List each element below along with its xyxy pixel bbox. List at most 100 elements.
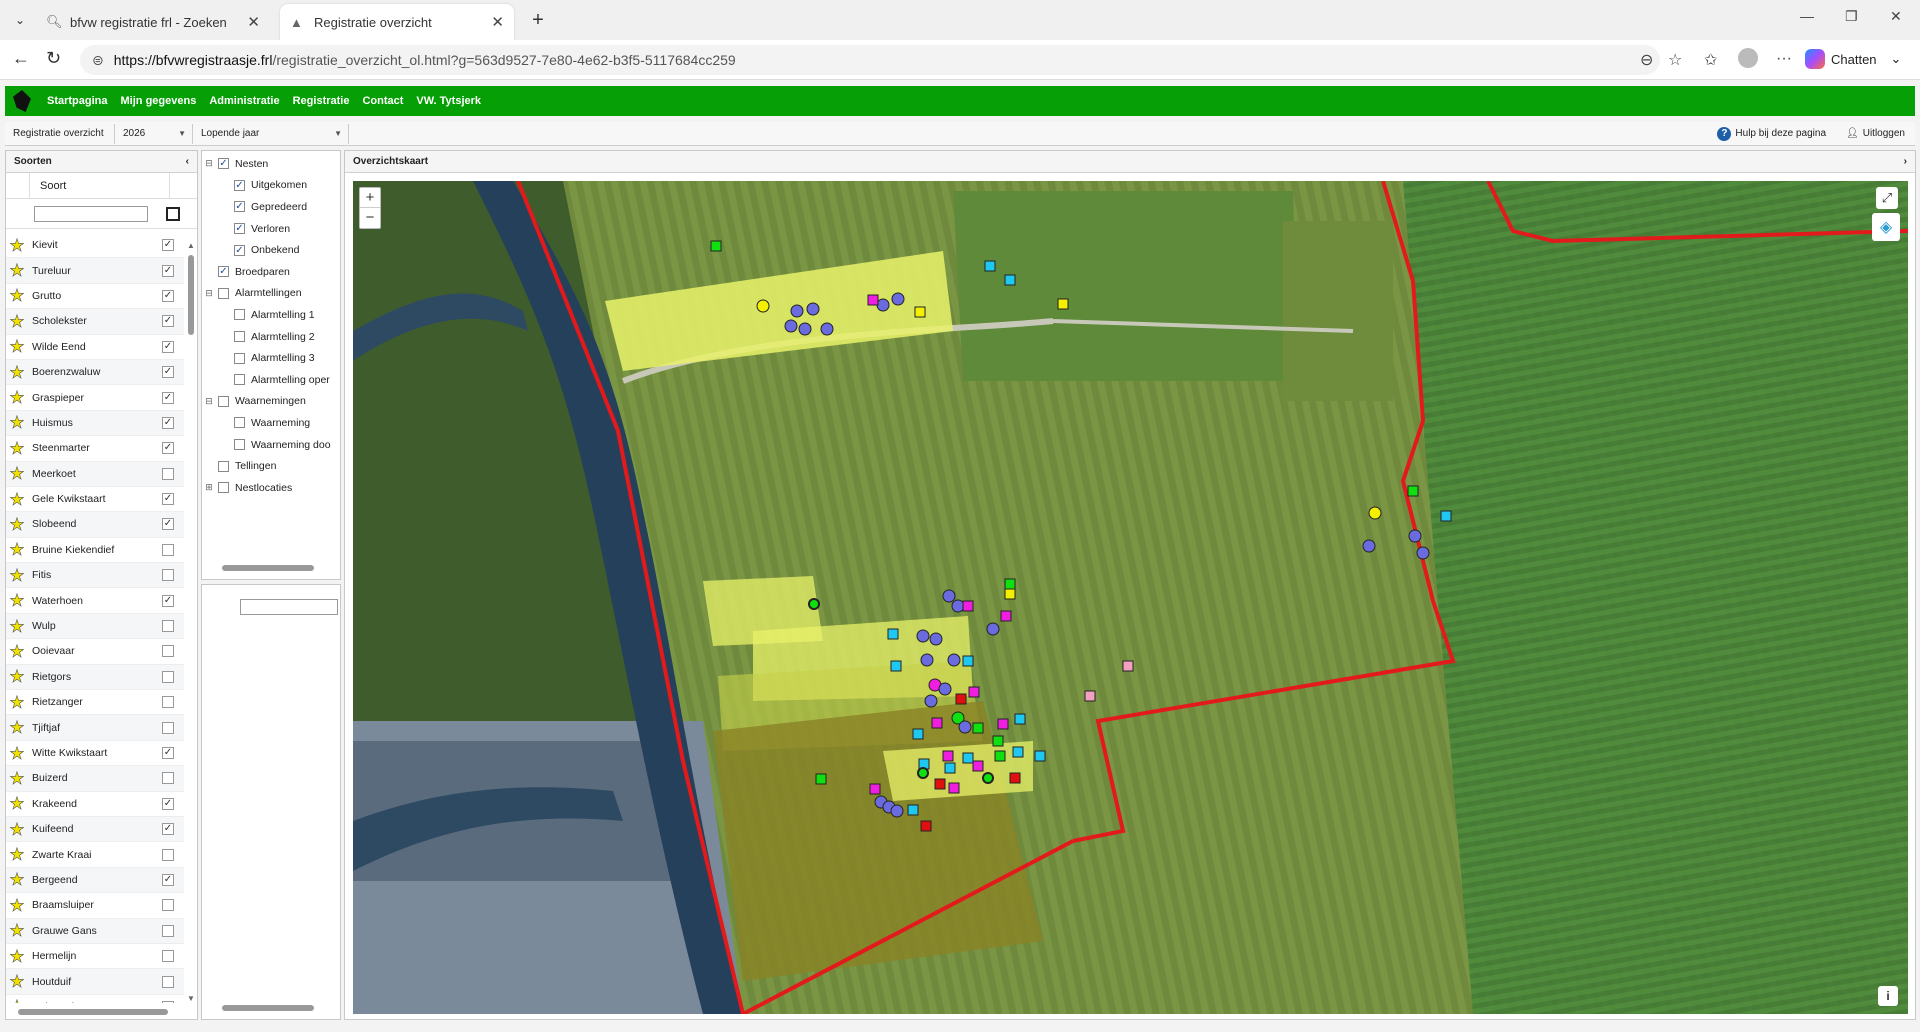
tree-node[interactable]: ⊞ Nestlocaties	[202, 477, 340, 499]
tree-node[interactable]: Alarmtelling oper	[202, 369, 340, 391]
species-checkbox[interactable]: ✓	[162, 797, 174, 810]
zoom-in-button[interactable]: +	[360, 188, 380, 208]
species-checkbox[interactable]: ✓	[162, 594, 174, 607]
species-checkbox[interactable]	[162, 696, 174, 709]
tree-node[interactable]: ⊟ Alarmtellingen	[202, 283, 340, 305]
layer-checkbox[interactable]: ✓	[234, 201, 245, 213]
soorten-horizontal-scrollbar[interactable]	[6, 1007, 184, 1017]
list-item[interactable]: ★ Gele Kwikstaart ✓	[6, 487, 184, 513]
tree-node[interactable]: ✓ Gepredeerd	[202, 196, 340, 218]
layer-checkbox[interactable]	[218, 395, 229, 407]
soorten-vertical-scrollbar[interactable]: ▲ ▼	[186, 241, 196, 1003]
species-checkbox[interactable]	[162, 975, 174, 988]
list-item[interactable]: ★ Wilde Eend ✓	[6, 335, 184, 360]
species-checkbox[interactable]: ✓	[162, 315, 174, 328]
species-checkbox[interactable]	[162, 645, 174, 658]
expand-icon[interactable]: ⊟	[204, 158, 214, 169]
species-checkbox[interactable]: ✓	[162, 747, 174, 759]
species-checkbox[interactable]: ✓	[162, 340, 174, 353]
layer-checkbox[interactable]: ✓	[234, 179, 245, 191]
list-item[interactable]: ★ Bruine Kiekendief	[6, 538, 184, 564]
species-checkbox[interactable]: ✓	[162, 264, 174, 277]
species-checkbox[interactable]: ✓	[162, 518, 174, 531]
species-checkbox[interactable]	[162, 467, 174, 480]
reload-icon[interactable]: ↻	[46, 48, 61, 69]
tree-node[interactable]: ⊟ ✓ Nesten	[202, 153, 340, 175]
tree-node[interactable]: Tellingen	[202, 455, 340, 477]
species-checkbox[interactable]: ✓	[162, 442, 174, 455]
expand-icon[interactable]: ⊞	[204, 482, 214, 493]
list-item[interactable]: ★ Kievit ✓	[6, 233, 184, 259]
list-item[interactable]: ★ Kuifeend ✓	[6, 816, 184, 843]
tree-node[interactable]: Alarmtelling 2	[202, 326, 340, 348]
list-item[interactable]: ★ Fitis	[6, 563, 184, 589]
logout-button[interactable]: 👤︎ Uitloggen	[1846, 128, 1905, 139]
list-item[interactable]: ★ Scholekster ✓	[6, 309, 184, 335]
species-checkbox[interactable]	[162, 899, 174, 912]
close-window-icon[interactable]: ✕	[1890, 8, 1902, 25]
species-checkbox[interactable]: ✓	[162, 416, 174, 429]
favorite-star-icon[interactable]: ☆	[1668, 50, 1682, 70]
species-checkbox[interactable]: ✓	[162, 823, 174, 836]
expand-panel-icon[interactable]: ›	[1904, 156, 1907, 167]
layer-checkbox[interactable]: ✓	[218, 158, 229, 170]
tree-horizontal-scrollbar[interactable]	[206, 563, 336, 573]
layer-checkbox[interactable]	[234, 352, 245, 364]
species-checkbox[interactable]: ✓	[162, 391, 174, 404]
list-item[interactable]: ★ Slobeend ✓	[6, 512, 184, 538]
menu-administratie[interactable]: Administratie	[209, 95, 279, 107]
url-field[interactable]: ⊜ https://bfvwregistraasje.frl/registrat…	[80, 45, 1660, 75]
scroll-up-icon[interactable]: ▲	[187, 241, 195, 250]
layer-checkbox[interactable]	[234, 309, 245, 321]
list-item[interactable]: ★ Zwarte Kraai	[6, 842, 184, 868]
list-item[interactable]: ★ Tjiftjaf	[6, 715, 184, 741]
scroll-thumb[interactable]	[222, 1005, 314, 1011]
layer-checkbox[interactable]: ✓	[234, 223, 245, 235]
tree-node[interactable]: Alarmtelling 1	[202, 304, 340, 326]
scroll-thumb[interactable]	[18, 1009, 168, 1015]
close-tab-icon[interactable]: ✕	[491, 13, 504, 31]
layer-checkbox[interactable]: ✓	[218, 266, 229, 278]
column-header-soort[interactable]: Soort	[30, 173, 169, 198]
layer-checkbox[interactable]	[234, 374, 245, 386]
list-item[interactable]: ★ Rietzanger	[6, 690, 184, 716]
list-item[interactable]: ★ Bergeend ✓	[6, 867, 184, 894]
species-checkbox[interactable]	[162, 772, 174, 785]
layer-checkbox[interactable]: ✓	[234, 244, 245, 256]
site-info-icon[interactable]: ⊜	[92, 52, 104, 69]
tree-node[interactable]: ✓ Broedparen	[202, 261, 340, 283]
list-item[interactable]: ★ Hermelijn	[6, 944, 184, 970]
list-item[interactable]: ★Huiszwaluw	[6, 995, 184, 1003]
list-item[interactable]: ★ Steenmarter ✓	[6, 436, 184, 462]
secondary-filter-input[interactable]	[240, 599, 338, 615]
copilot-chat-button[interactable]: Chatten ⌄	[1805, 49, 1901, 69]
list-item[interactable]: ★ Huismus ✓	[6, 410, 184, 437]
species-checkbox[interactable]: ✓	[162, 873, 174, 886]
soort-filter-input[interactable]	[34, 205, 148, 222]
tree-node[interactable]: ✓ Uitgekomen	[202, 175, 340, 197]
list-item[interactable]: ★ Houtduif	[6, 969, 184, 995]
species-checkbox[interactable]	[162, 620, 174, 633]
layer-checkbox[interactable]	[234, 331, 245, 343]
view-select[interactable]: Registratie overzicht	[5, 123, 115, 144]
zoom-out-button[interactable]: −	[360, 208, 380, 228]
layer-checkbox[interactable]	[218, 482, 229, 494]
list-item[interactable]: ★ Witte Kwikstaart ✓	[6, 741, 184, 767]
species-checkbox[interactable]: ✓	[162, 366, 174, 379]
restore-icon[interactable]: ❐	[1845, 8, 1858, 25]
expand-icon[interactable]: ⊟	[204, 396, 214, 407]
list-item[interactable]: ★ Waterhoen ✓	[6, 588, 184, 614]
list-item[interactable]: ★ Boerenzwaluw ✓	[6, 359, 184, 386]
menu-startpagina[interactable]: Startpagina	[47, 95, 108, 107]
list-item[interactable]: ★ Buizerd	[6, 766, 184, 792]
tree-node[interactable]: ✓ Verloren	[202, 218, 340, 240]
map-canvas[interactable]: + − ⤢ ◈ i	[353, 181, 1908, 1014]
species-checkbox[interactable]	[162, 721, 174, 734]
new-tab-button[interactable]: +	[524, 8, 552, 32]
info-icon[interactable]: i	[1878, 986, 1898, 1006]
expand-icon[interactable]: ⊟	[204, 288, 214, 299]
menu-contact[interactable]: Contact	[362, 95, 403, 107]
tree-node[interactable]: Alarmtelling 3	[202, 347, 340, 369]
species-checkbox[interactable]	[162, 848, 174, 861]
species-checkbox[interactable]	[162, 569, 174, 582]
